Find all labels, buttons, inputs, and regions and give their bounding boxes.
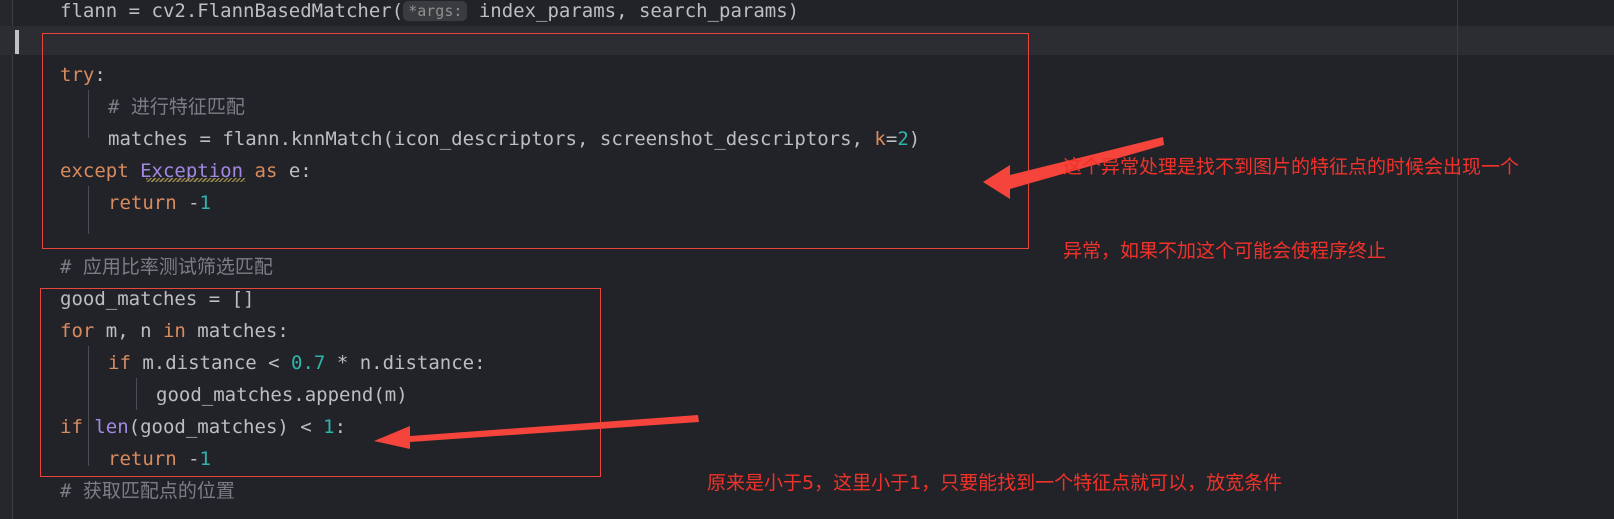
code-token-builtin: len (94, 416, 129, 438)
code-token-keyword: return (108, 192, 177, 214)
code-line: flann = cv2.FlannBasedMatcher(*args: ind… (60, 0, 800, 22)
code-line: good_matches = [] (60, 288, 255, 310)
annotation-line-1: 原来是小于5，这里小于1，只要能找到一个特征点就可以，放宽条件 (707, 472, 1283, 494)
code-token-keyword: try (60, 64, 95, 86)
annotation-threshold-note: 原来是小于5，这里小于1，只要能找到一个特征点就可以，放宽条件 (707, 413, 1282, 519)
code-token-comment: # 应用比率测试筛选匹配 (60, 256, 273, 278)
code-editor[interactable]: flann = cv2.FlannBasedMatcher(*args: ind… (0, 0, 1614, 519)
code-line: try: (60, 64, 106, 86)
code-token-number: 0.7 (291, 352, 326, 374)
code-line: for m, n in matches: (60, 320, 289, 342)
code-token-keyword: if (60, 416, 83, 438)
code-token-keyword: except (60, 160, 129, 182)
code-line: matches = flann.knnMatch(icon_descriptor… (108, 128, 921, 150)
code-token-kwarg: k (874, 128, 886, 150)
code-token-keyword: in (162, 320, 186, 342)
code-token-number: 2 (897, 128, 909, 150)
code-line: # 获取匹配点的位置 (60, 475, 235, 507)
code-token-keyword: as (254, 160, 278, 182)
annotation-line-1: 这个异常处理是找不到图片的特征点的时候会出现一个 (1063, 156, 1520, 178)
code-line: if m.distance < 0.7 * n.distance: (108, 352, 486, 374)
code-line: # 应用比率测试筛选匹配 (60, 251, 273, 283)
code-token-number: 1 (199, 448, 211, 470)
inlay-hint-args: *args: (403, 1, 468, 21)
code-line: # 进行特征匹配 (108, 91, 245, 123)
warning-squiggle (146, 178, 245, 182)
annotation-line-2: 异常，如果不加这个可能会使程序终止 (1063, 240, 1387, 262)
code-line: good_matches.append(m) (156, 384, 408, 406)
code-token-number: 1 (199, 192, 211, 214)
code-token-keyword: if (108, 352, 131, 374)
code-token-comment: # 获取匹配点的位置 (60, 480, 235, 502)
code-token-comment: # 进行特征匹配 (108, 96, 245, 118)
code-token-keyword: for (60, 320, 95, 342)
code-line: if len(good_matches) < 1: (60, 416, 347, 438)
code-token-var: flann (60, 0, 118, 22)
annotation-exception-note: 这个异常处理是找不到图片的特征点的时候会出现一个 异常，如果不加这个可能会使程序… (1063, 97, 1519, 321)
code-token-call: cv2.FlannBasedMatcher (151, 0, 392, 22)
code-token-keyword: return (108, 448, 177, 470)
code-token-number: 1 (323, 416, 335, 438)
code-line: return -1 (108, 448, 211, 470)
code-line: return -1 (108, 192, 211, 214)
code-line: except Exception as e: (60, 160, 312, 182)
